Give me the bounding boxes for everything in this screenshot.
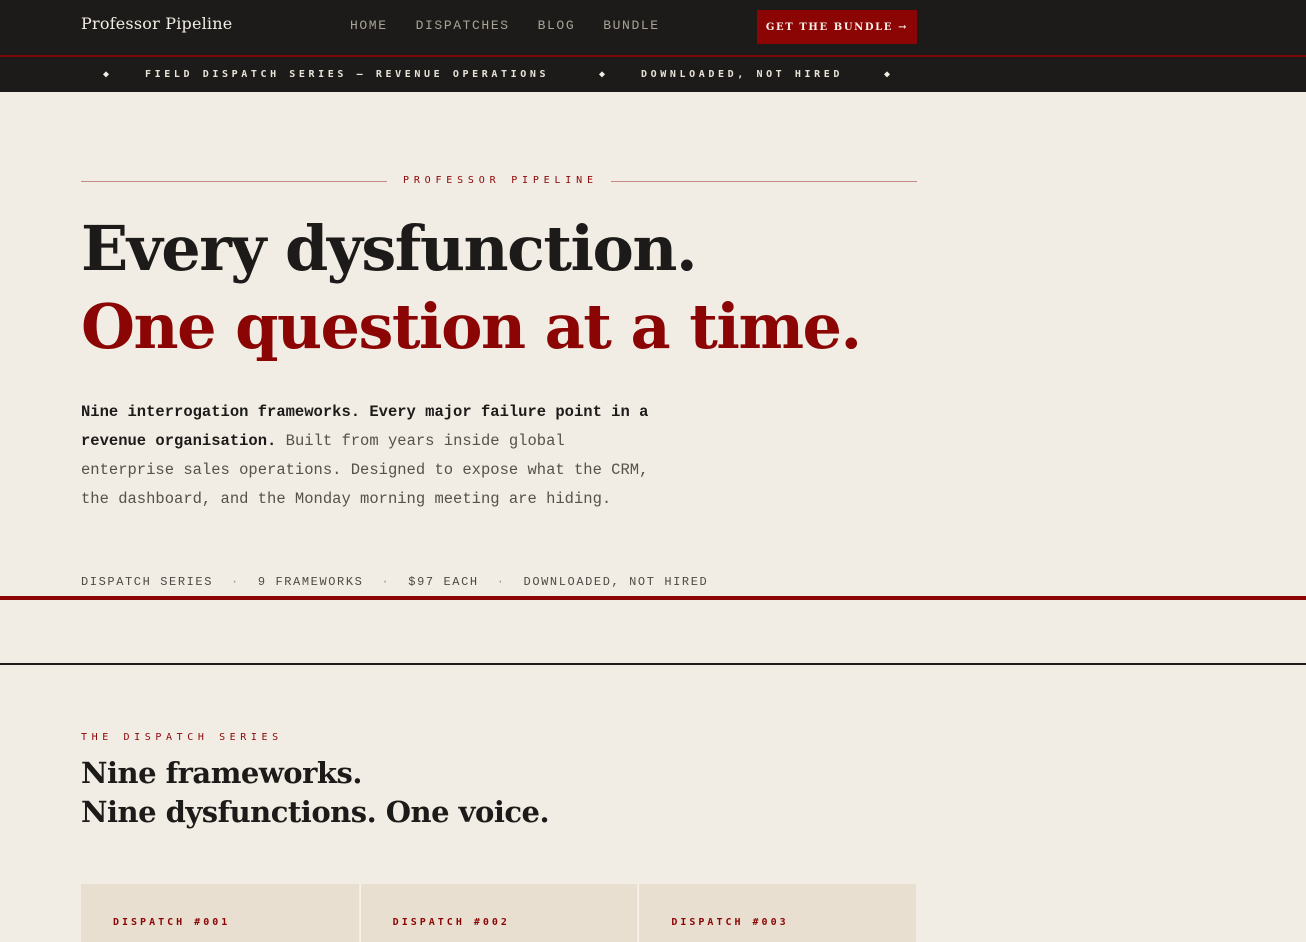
hero-meta: DISPATCH SERIES · 9 FRAMEWORKS · $97 EAC…: [81, 575, 708, 589]
dispatch-card-001[interactable]: DISPATCH #001: [81, 884, 359, 942]
meta-separator: ·: [496, 575, 506, 589]
nav-link-blog[interactable]: BLOG: [538, 18, 576, 33]
nav-link-bundle[interactable]: BUNDLE: [603, 18, 659, 33]
hero-headline-primary: Every dysfunction.: [81, 212, 698, 285]
hero-eyebrow: PROFESSOR PIPELINE: [403, 175, 598, 186]
series-eyebrow: THE DISPATCH SERIES: [81, 732, 283, 743]
diamond-icon: ◆: [103, 69, 110, 80]
dispatch-card-label: DISPATCH #002: [392, 917, 510, 928]
meta-item: $97 EACH: [408, 575, 479, 589]
get-bundle-button[interactable]: GET THE BUNDLE →: [757, 10, 917, 44]
section-divider: [0, 663, 1306, 665]
top-nav: Professor Pipeline HOME DISPATCHES BLOG …: [0, 0, 1306, 55]
meta-separator: ·: [381, 575, 391, 589]
brand-logo[interactable]: Professor Pipeline: [81, 14, 232, 33]
ticker-bar: ◆ FIELD DISPATCH SERIES — REVENUE OPERAT…: [0, 57, 1306, 92]
dispatch-cards: DISPATCH #001 DISPATCH #002 DISPATCH #00…: [81, 884, 917, 942]
eyebrow-rule-right: [611, 181, 917, 182]
ticker-item: FIELD DISPATCH SERIES — REVENUE OPERATIO…: [145, 69, 550, 80]
meta-item: DOWNLOADED, NOT HIRED: [523, 575, 709, 589]
dispatch-card-label: DISPATCH #001: [113, 917, 231, 928]
dispatch-card-003[interactable]: DISPATCH #003: [638, 884, 917, 942]
dispatch-card-002[interactable]: DISPATCH #002: [359, 884, 638, 942]
series-title-line-1: Nine frameworks.: [81, 756, 362, 790]
series-title-line-2: Nine dysfunctions. One voice.: [81, 795, 550, 829]
nav-link-home[interactable]: HOME: [350, 18, 388, 33]
meta-item: 9 FRAMEWORKS: [257, 575, 364, 589]
diamond-icon: ◆: [599, 69, 606, 80]
meta-item: DISPATCH SERIES: [81, 575, 214, 589]
dispatch-card-label: DISPATCH #003: [671, 917, 789, 928]
hero-lede: Nine interrogation frameworks. Every maj…: [81, 398, 661, 514]
nav-link-dispatches[interactable]: DISPATCHES: [416, 18, 510, 33]
hero-headline-accent: One question at a time.: [81, 290, 862, 363]
meta-separator: ·: [231, 575, 240, 589]
nav-links: HOME DISPATCHES BLOG BUNDLE: [350, 18, 688, 33]
diamond-icon: ◆: [884, 69, 891, 80]
hero-divider: [0, 596, 1306, 600]
eyebrow-rule-left: [81, 181, 387, 182]
ticker-item: DOWNLOADED, NOT HIRED: [641, 69, 844, 80]
